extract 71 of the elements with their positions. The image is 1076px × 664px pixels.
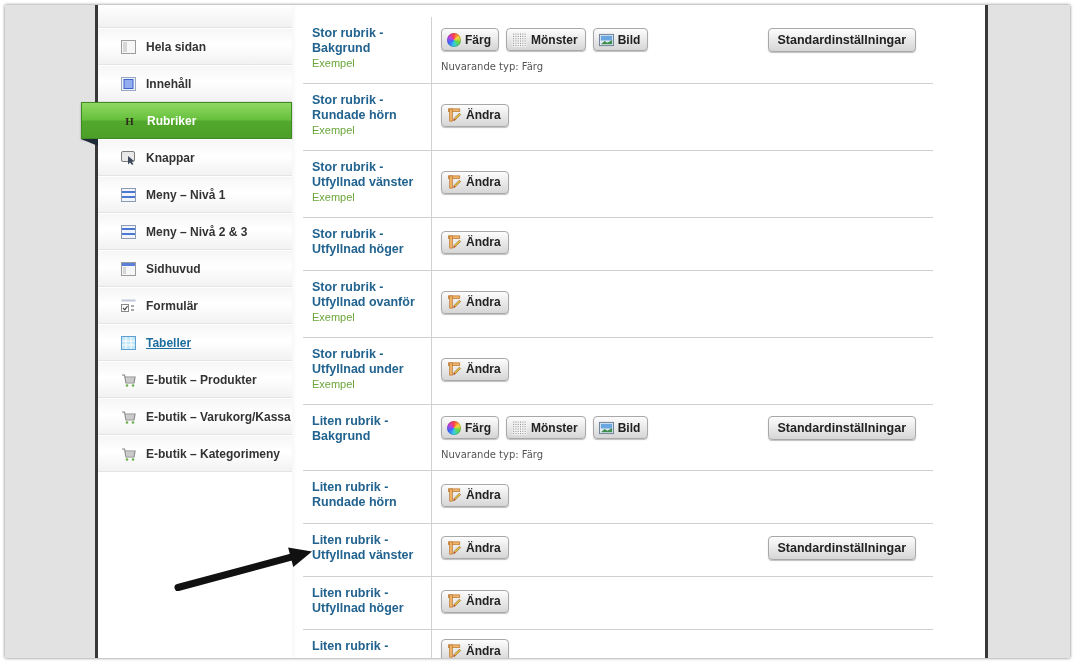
reset-button[interactable]: Standardinställningar: [767, 28, 916, 52]
edit-button[interactable]: Ändra: [441, 230, 509, 254]
edit-button[interactable]: Ändra: [441, 357, 509, 381]
ruler-pencil-icon: [447, 362, 462, 376]
dot-grid-icon: [512, 32, 527, 47]
image-button[interactable]: Bild: [592, 28, 649, 51]
setting-title: Stor rubrik - Bakgrund: [312, 26, 385, 56]
setting-title: Stor rubrik - Utfyllnad höger: [312, 227, 405, 257]
ruler-pencil-icon: [447, 488, 462, 502]
ruler-pencil-icon: [447, 175, 462, 189]
form-icon: [121, 298, 136, 313]
header-layout-icon: [121, 261, 136, 276]
reset-button[interactable]: Standardinställningar: [767, 536, 916, 560]
picture-icon: [598, 420, 614, 435]
ruler-pencil-icon: [447, 540, 462, 555]
pointer-screen-icon: [121, 150, 136, 165]
sidebar-item[interactable]: Innehåll: [98, 65, 292, 102]
sidebar-item[interactable]: Meny – Nivå 2 & 3: [98, 213, 292, 250]
setting-title: Stor rubrik - Utfyllnad under: [312, 347, 405, 377]
setting-title: Liten rubrik - Utfyllnad höger: [312, 586, 405, 616]
edit-button[interactable]: Ändra: [441, 290, 509, 314]
ribbon-fold: [81, 139, 98, 146]
menu-bars-icon: [121, 187, 136, 202]
edit-button[interactable]: Ändra: [441, 103, 509, 127]
sidebar-item[interactable]: E-butik – Kategorimeny: [98, 435, 292, 472]
sidebar-item[interactable]: Formulär: [98, 287, 292, 324]
cart-icon: [121, 409, 136, 424]
color-button[interactable]: Färg: [441, 28, 499, 51]
content-box-icon: [121, 76, 136, 91]
current-type-text: Nuvarande typ: Färg: [441, 448, 545, 462]
color-wheel-icon: [447, 420, 461, 435]
setting-title: Stor rubrik - Utfyllnad ovanför: [312, 280, 416, 310]
edit-button[interactable]: Ändra: [441, 536, 509, 559]
color-button[interactable]: Färg: [441, 416, 499, 439]
setting-title: Liten rubrik - Rundade hörn: [312, 480, 398, 510]
ruler-pencil-icon: [447, 594, 462, 608]
sidebar-item[interactable]: E-butik – Produkter: [98, 361, 292, 398]
ruler-pencil-icon: [447, 295, 462, 309]
table-icon: [121, 335, 136, 350]
picture-icon: [598, 32, 614, 47]
ruler-pencil-icon: [447, 235, 462, 249]
setting-title: Liten rubrik - Utfyllnad vänster: [312, 533, 415, 563]
reset-button[interactable]: Standardinställningar: [767, 416, 916, 440]
pattern-button[interactable]: Mönster: [506, 416, 586, 439]
sidebar-item[interactable]: Sidhuvud: [98, 250, 292, 287]
setting-title: Stor rubrik - Rundade hörn: [312, 93, 398, 123]
current-type-text: Nuvarande typ: Färg: [441, 60, 545, 74]
ruler-pencil-icon: [447, 108, 462, 122]
edit-button[interactable]: Ändra: [441, 483, 509, 507]
image-button[interactable]: Bild: [592, 416, 649, 439]
dot-grid-icon: [512, 420, 527, 435]
heading-icon: H: [122, 114, 137, 127]
setting-title: Liten rubrik - Bakgrund: [312, 414, 390, 444]
sidebar-item[interactable]: Hela sidan: [98, 28, 292, 65]
sidebar-item[interactable]: Tabeller: [98, 324, 292, 361]
color-wheel-icon: [447, 32, 461, 47]
menu-bars-icon: [121, 224, 136, 239]
ruler-pencil-icon: [447, 643, 462, 658]
cart-icon: [121, 446, 136, 461]
sidebar-item[interactable]: H Rubriker: [81, 102, 292, 139]
setting-title: Liten rubrik -: [312, 639, 390, 654]
sidebar-item[interactable]: E-butik – Varukorg/Kassa: [98, 398, 292, 435]
edit-button[interactable]: Ändra: [441, 589, 509, 613]
layout-icon: [121, 39, 136, 54]
setting-title: Stor rubrik - Utfyllnad vänster: [312, 160, 415, 190]
sidebar-item[interactable]: Meny – Nivå 1: [98, 176, 292, 213]
edit-button[interactable]: Ändra: [441, 639, 509, 658]
edit-button[interactable]: Ändra: [441, 170, 509, 194]
cart-icon: [121, 372, 136, 387]
pattern-button[interactable]: Mönster: [506, 28, 586, 51]
sidebar-item[interactable]: Knappar: [98, 139, 292, 176]
